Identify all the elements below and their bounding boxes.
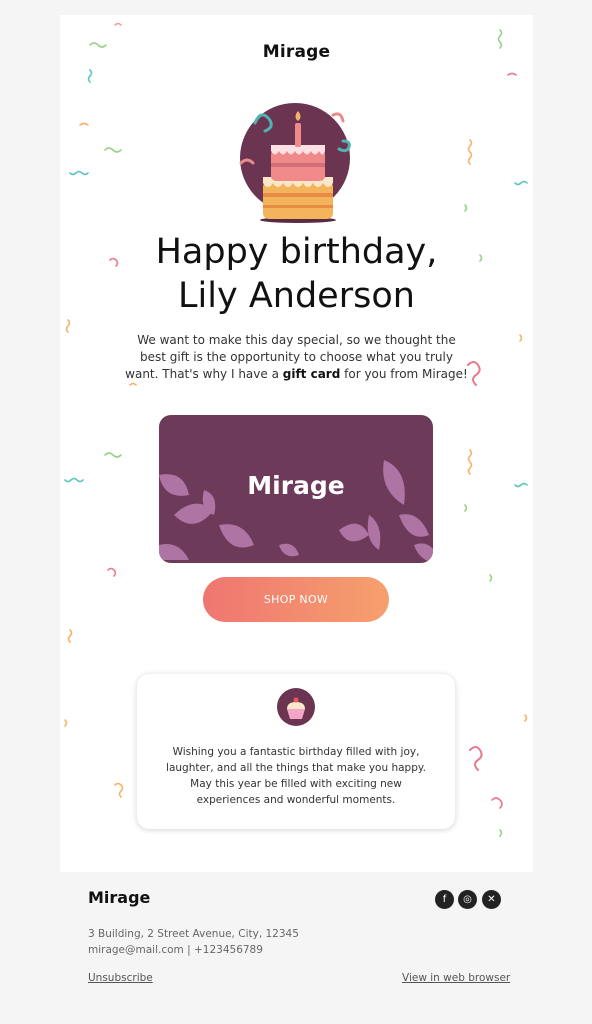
cupcake-icon [277,688,315,726]
email-card: Mirage Happy birthday, Lily Anderson We … [60,15,533,872]
gift-card-logo: Mirage [247,471,345,500]
intro-paragraph: We want to make this day special, so we … [125,332,468,383]
wish-message-text: Wishing you a fantastic birthday filled … [166,746,426,806]
instagram-icon[interactable]: ◎ [458,890,477,909]
footer-contact: 3 Building, 2 Street Avenue, City, 12345… [88,926,299,958]
brand-logo[interactable]: Mirage [60,42,533,62]
view-in-browser-link[interactable]: View in web browser [402,972,510,984]
shop-now-button[interactable]: SHOP NOW [203,577,389,622]
x-icon[interactable]: ✕ [482,890,501,909]
footer-address: 3 Building, 2 Street Avenue, City, 12345 [88,928,299,940]
greeting-title: Happy birthday, Lily Anderson [60,230,533,318]
facebook-icon[interactable]: f [435,890,454,909]
footer-email-phone: mirage@mail.com | +123456789 [88,944,263,956]
wish-message-card: Wishing you a fantastic birthday filled … [137,674,455,829]
birthday-cake-icon [239,103,351,223]
greeting-line-1: Happy birthday, [155,232,438,272]
footer-logo[interactable]: Mirage [88,888,150,907]
greeting-recipient-name: Lily Anderson [178,276,415,316]
unsubscribe-link[interactable]: Unsubscribe [88,972,153,984]
intro-text-bold: gift card [282,367,341,381]
gift-card-image[interactable]: Mirage [159,415,433,563]
intro-text-end: for you from Mirage! [340,367,468,381]
